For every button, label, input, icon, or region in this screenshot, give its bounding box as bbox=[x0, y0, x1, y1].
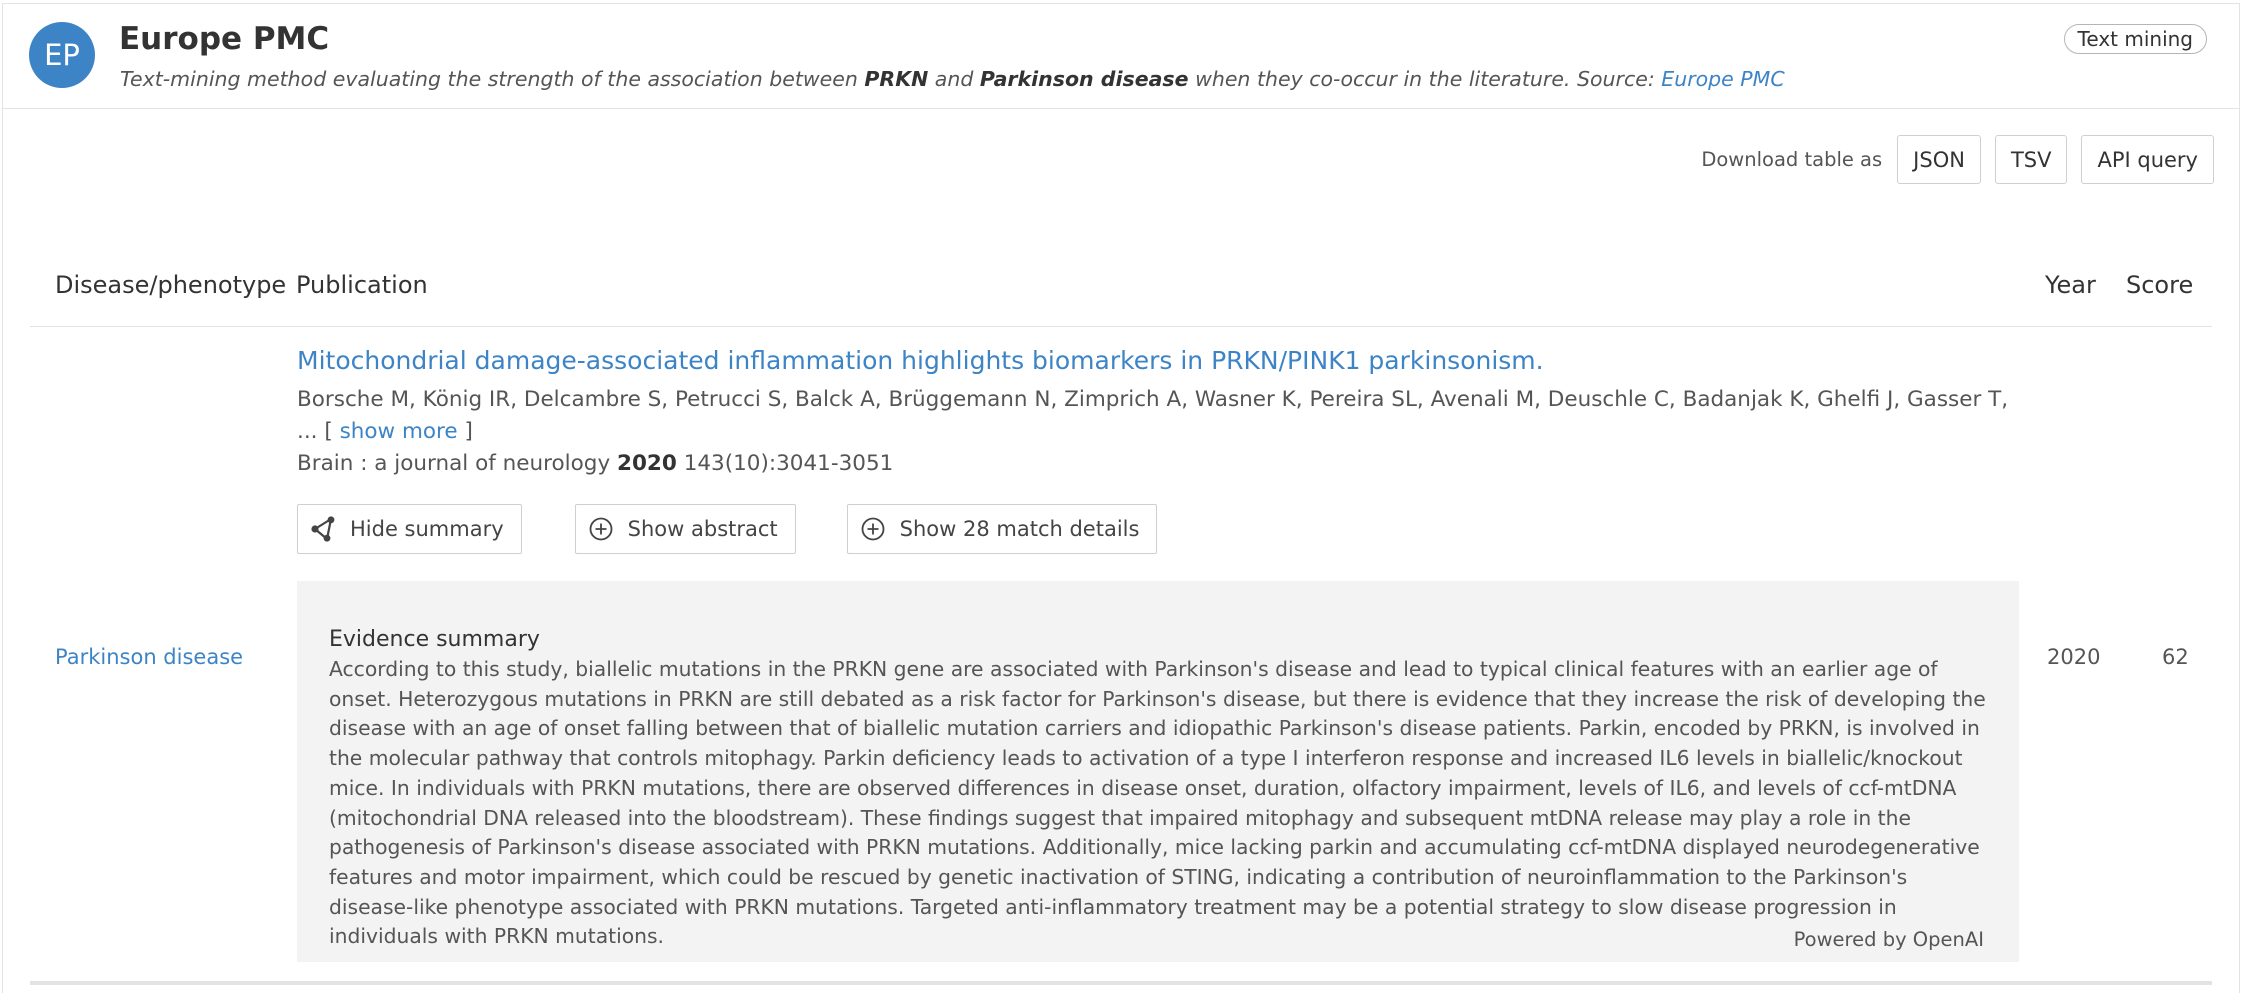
download-tsv-button[interactable]: TSV bbox=[1994, 135, 2068, 184]
api-query-button[interactable]: API query bbox=[2081, 135, 2214, 184]
show-more-link[interactable]: show more bbox=[340, 419, 458, 444]
show-abstract-button[interactable]: Show abstract bbox=[574, 504, 796, 554]
authors-bracket: ] bbox=[457, 419, 473, 444]
row-divider bbox=[30, 981, 2212, 985]
download-label: Download table as bbox=[1701, 148, 1883, 171]
show-abstract-label: Show abstract bbox=[627, 517, 778, 541]
hide-summary-label: Hide summary bbox=[350, 517, 504, 541]
download-toolbar: Download table as JSON TSV API query bbox=[1701, 135, 2214, 184]
hide-summary-button[interactable]: Hide summary bbox=[297, 504, 522, 554]
evidence-summary-box: Evidence summary According to this study… bbox=[297, 581, 2019, 962]
target-name: PRKN bbox=[864, 67, 929, 91]
score-cell: 62 bbox=[2162, 645, 2189, 669]
plus-circle-icon bbox=[860, 516, 886, 542]
evidence-summary-title: Evidence summary bbox=[329, 627, 540, 652]
publication-title-link[interactable]: Mitochondrial damage-associated inflamma… bbox=[297, 344, 2022, 377]
publication-cell: Mitochondrial damage-associated inflamma… bbox=[297, 344, 2022, 962]
plus-circle-icon bbox=[588, 516, 614, 542]
publication-authors: Borsche M, König IR, Delcambre S, Petruc… bbox=[297, 384, 2017, 448]
download-json-button[interactable]: JSON bbox=[1897, 135, 1981, 184]
evidence-panel: EP Europe PMC Text-mining method evaluat… bbox=[2, 3, 2240, 993]
journal-volume: 143(10):3041-3051 bbox=[676, 451, 894, 476]
disease-name: Parkinson disease bbox=[979, 67, 1189, 91]
year-cell: 2020 bbox=[2047, 645, 2101, 669]
disease-link[interactable]: Parkinson disease bbox=[55, 645, 243, 669]
source-link[interactable]: Europe PMC bbox=[1661, 67, 1784, 91]
evidence-summary-text: According to this study, biallelic mutat… bbox=[329, 657, 1986, 949]
publication-actions: Hide summary Show abstract Show 28 match… bbox=[297, 504, 1158, 554]
publication-year: 2020 bbox=[617, 451, 677, 476]
desc-text: when they co-occur in the literature. So… bbox=[1188, 67, 1662, 91]
column-header-year[interactable]: Year bbox=[2045, 271, 2096, 299]
show-match-details-button[interactable]: Show 28 match details bbox=[846, 504, 1158, 554]
header-divider bbox=[30, 326, 2212, 327]
journal-name: Brain : a journal of neurology bbox=[297, 451, 618, 476]
source-header: EP Europe PMC Text-mining method evaluat… bbox=[3, 4, 2239, 109]
source-title: Europe PMC bbox=[119, 21, 330, 57]
source-description: Text-mining method evaluating the streng… bbox=[120, 67, 1785, 91]
column-header-score[interactable]: Score bbox=[2126, 271, 2193, 299]
authors-ellipsis: ... [ bbox=[297, 419, 340, 444]
show-match-details-label: Show 28 match details bbox=[899, 517, 1140, 541]
powered-by-label: Powered by OpenAI bbox=[1793, 928, 1984, 951]
desc-text: and bbox=[928, 67, 980, 91]
column-header-disease[interactable]: Disease/phenotype bbox=[55, 271, 286, 299]
share-nodes-icon bbox=[310, 516, 336, 542]
desc-text: Text-mining method evaluating the streng… bbox=[120, 67, 865, 91]
authors-text: Borsche M, König IR, Delcambre S, Petruc… bbox=[297, 387, 2009, 412]
datatype-tag: Text mining bbox=[2063, 24, 2207, 54]
publication-journal: Brain : a journal of neurology 2020 143(… bbox=[297, 448, 2022, 480]
column-header-publication[interactable]: Publication bbox=[296, 271, 428, 299]
source-avatar: EP bbox=[29, 22, 95, 88]
